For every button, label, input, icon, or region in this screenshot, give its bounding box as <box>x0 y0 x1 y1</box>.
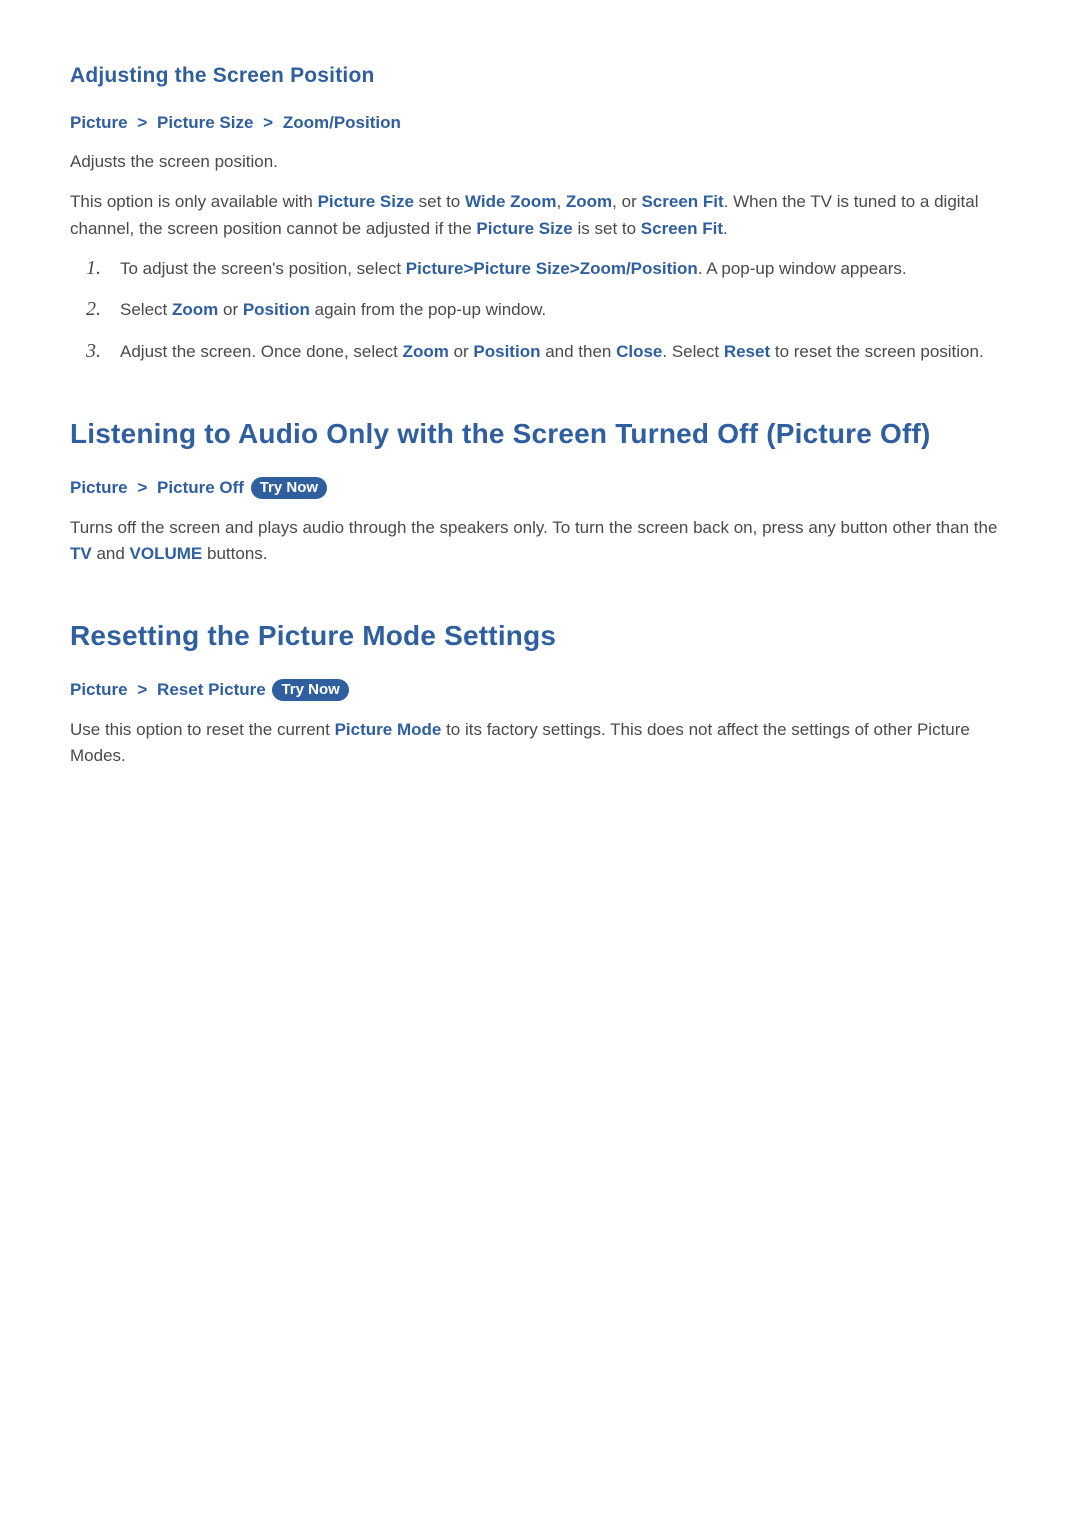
text: again from the pop-up window. <box>310 300 546 319</box>
step-number: 3. <box>86 336 101 367</box>
text: or <box>218 300 243 319</box>
highlight-term: Zoom/Position <box>580 259 698 278</box>
text: Turns off the screen and plays audio thr… <box>70 518 997 537</box>
text: or <box>449 342 474 361</box>
text: set to <box>414 192 465 211</box>
text: Adjust the screen. Once done, select <box>120 342 403 361</box>
breadcrumb-sep-icon: > <box>137 475 147 501</box>
step-item: 2. Select Zoom or Position again from th… <box>70 297 1010 323</box>
text: , or <box>612 192 641 211</box>
text: . Select <box>662 342 723 361</box>
highlight-term: Zoom <box>403 342 449 361</box>
step-number: 1. <box>86 253 101 284</box>
text: , <box>556 192 565 211</box>
highlight-term: Picture <box>406 259 464 278</box>
paragraph: Adjusts the screen position. <box>70 149 1010 175</box>
text: To adjust the screen's position, select <box>120 259 406 278</box>
text: Select <box>120 300 172 319</box>
breadcrumb-sep-icon: > <box>137 110 147 136</box>
try-now-badge[interactable]: Try Now <box>251 477 327 499</box>
breadcrumb-item: Picture <box>70 113 128 132</box>
highlight-term: Reset <box>724 342 770 361</box>
breadcrumb-item: Picture Off <box>157 478 244 497</box>
breadcrumb-item: Picture <box>70 478 128 497</box>
text: This option is only available with <box>70 192 318 211</box>
breadcrumb-item: Zoom/Position <box>283 113 401 132</box>
heading-reset-picture: Resetting the Picture Mode Settings <box>70 615 1010 657</box>
highlight-term: VOLUME <box>130 544 203 563</box>
highlight-term: Position <box>243 300 310 319</box>
try-now-badge[interactable]: Try Now <box>272 679 348 701</box>
highlight-term: Wide Zoom <box>465 192 556 211</box>
highlight-term: Screen Fit <box>641 192 723 211</box>
steps-list: 1. To adjust the screen's position, sele… <box>70 256 1010 365</box>
subheading-adjusting-screen-position: Adjusting the Screen Position <box>70 60 1010 92</box>
highlight-term: Position <box>473 342 540 361</box>
step-item: 3. Adjust the screen. Once done, select … <box>70 339 1010 365</box>
highlight-term: Zoom <box>172 300 218 319</box>
text: . A pop-up window appears. <box>698 259 907 278</box>
breadcrumb-sep-icon: > <box>463 259 473 278</box>
text: . <box>723 219 728 238</box>
breadcrumb-3: Picture > Reset Picture Try Now <box>70 677 1010 703</box>
text: to reset the screen position. <box>770 342 984 361</box>
highlight-term: Picture Size <box>318 192 414 211</box>
highlight-term: Close <box>616 342 662 361</box>
text: buttons. <box>202 544 267 563</box>
highlight-term: Picture Size <box>473 259 569 278</box>
highlight-term: TV <box>70 544 92 563</box>
paragraph: Turns off the screen and plays audio thr… <box>70 515 1010 568</box>
step-number: 2. <box>86 294 101 325</box>
step-item: 1. To adjust the screen's position, sele… <box>70 256 1010 282</box>
breadcrumb-item: Picture Size <box>157 113 253 132</box>
text: Use this option to reset the current <box>70 720 335 739</box>
heading-picture-off: Listening to Audio Only with the Screen … <box>70 413 1010 455</box>
text: and then <box>540 342 616 361</box>
text: and <box>92 544 130 563</box>
breadcrumb-1: Picture > Picture Size > Zoom/Position <box>70 110 1010 136</box>
breadcrumb-sep-icon: > <box>570 259 580 278</box>
highlight-term: Screen Fit <box>641 219 723 238</box>
breadcrumb-sep-icon: > <box>263 110 273 136</box>
breadcrumb-item: Reset Picture <box>157 680 266 699</box>
text: is set to <box>573 219 641 238</box>
paragraph: Use this option to reset the current Pic… <box>70 717 1010 770</box>
breadcrumb-sep-icon: > <box>137 677 147 703</box>
highlight-term: Zoom <box>566 192 612 211</box>
paragraph: This option is only available with Pictu… <box>70 189 1010 242</box>
breadcrumb-2: Picture > Picture Off Try Now <box>70 475 1010 501</box>
highlight-term: Picture Mode <box>335 720 442 739</box>
breadcrumb-item: Picture <box>70 680 128 699</box>
highlight-term: Picture Size <box>476 219 572 238</box>
